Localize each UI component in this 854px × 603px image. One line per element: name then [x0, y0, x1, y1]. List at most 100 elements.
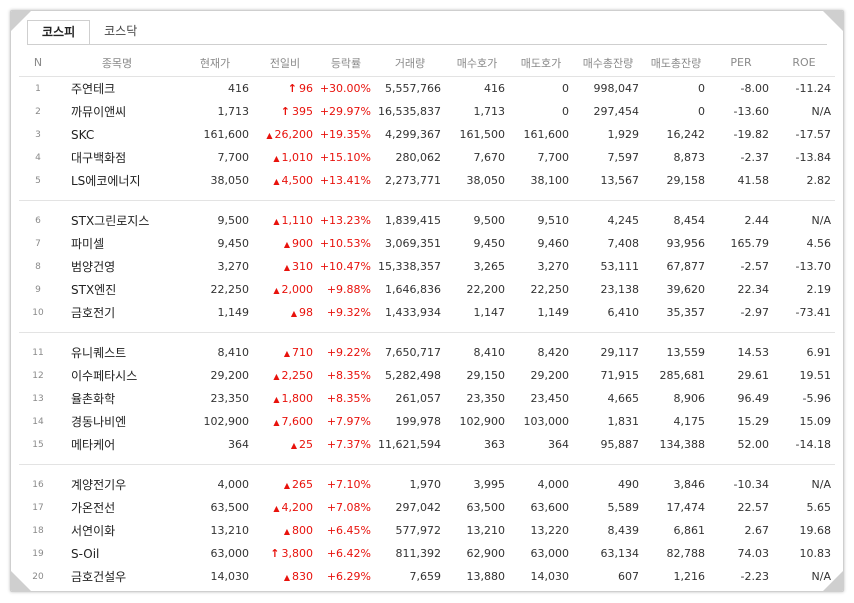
stock-name-link[interactable]: 파미셀	[57, 232, 177, 255]
group-gap	[19, 201, 835, 209]
stock-name-link[interactable]: 범양건영	[57, 255, 177, 278]
change-rate: +8.35%	[326, 369, 371, 382]
table-row[interactable]: 4 대구백화점 7,700 ▲ 1,010 +15.10% 280,062 7,670 7,70…	[19, 146, 835, 169]
rank-number: 12	[32, 370, 44, 381]
market-rank-panel: 코스피 코스닥 N 종목명 현재가 전일비 등락률 거래량 매수호가 매도호가 …	[10, 10, 844, 592]
rank-number: 9	[35, 284, 41, 295]
stock-name-link[interactable]: 가온전선	[57, 496, 177, 519]
table-row[interactable]: 9 STX엔진 22,250 ▲ 2,000 +9.88% 1,646,836 22,200 2…	[19, 278, 835, 301]
current-price: 4,000	[217, 478, 250, 491]
group-gap-cell	[19, 456, 835, 465]
table-row[interactable]: 8 범양건영 3,270 ▲ 310 +10.47% 15,338,357 3,265 3,27…	[19, 255, 835, 278]
change-cell: ▲ 800	[253, 519, 317, 542]
stock-name-link[interactable]: 주연테크	[57, 77, 177, 101]
stock-name-link[interactable]: 대구백화점	[57, 146, 177, 169]
change-value: 830	[292, 570, 313, 583]
change-value: 395	[292, 105, 313, 118]
table-row[interactable]: 15 메타케어 364 ▲ 25 +7.37% 11,621,594 363 364 95,887…	[19, 433, 835, 456]
stock-name-link[interactable]: SKC	[57, 123, 177, 146]
table-row[interactable]: 10 금호전기 1,149 ▲ 98 +9.32% 1,433,934 1,147 1,149 6…	[19, 301, 835, 324]
stock-name-link[interactable]: STX엔진	[57, 278, 177, 301]
change-value: 26,200	[274, 128, 314, 141]
table-row[interactable]: 3 SKC 161,600 ▲ 26,200 +19.35% 4,299,367 161,50…	[19, 123, 835, 146]
change-cell: ↑ 395	[253, 100, 317, 123]
roe-value: -5.96	[802, 392, 831, 405]
table-row[interactable]: 7 파미셀 9,450 ▲ 900 +10.53% 3,069,351 9,450 9,460 7…	[19, 232, 835, 255]
rank-number: 1	[35, 83, 41, 94]
roe-value: 2.82	[806, 174, 832, 187]
current-price: 29,200	[210, 369, 250, 382]
roe-value: -14.18	[795, 438, 831, 451]
current-price: 3,270	[217, 260, 250, 273]
ask-total-qty: 0	[698, 82, 705, 95]
table-row[interactable]: 5 LS에코에너지 38,050 ▲ 4,500 +13.41% 2,273,771 38,0…	[19, 169, 835, 192]
current-price: 416	[228, 82, 249, 95]
table-row[interactable]: 20 금호건설우 14,030 ▲ 830 +6.29% 7,659 13,880 14,030…	[19, 565, 835, 588]
table-row[interactable]: 14 경동나비엔 102,900 ▲ 7,600 +7.97% 199,978 102,900…	[19, 410, 835, 433]
stock-name-link[interactable]: 금호전기	[57, 301, 177, 324]
per-value: 74.03	[737, 547, 770, 560]
stock-name-link[interactable]: 유니퀘스트	[57, 341, 177, 364]
roe-value: -73.41	[795, 306, 831, 319]
stock-name-link[interactable]: S-Oil	[57, 542, 177, 565]
table-row[interactable]: 17 가온전선 63,500 ▲ 4,200 +7.08% 297,042 63,500 63,…	[19, 496, 835, 519]
table-row[interactable]: 11 유니퀘스트 8,410 ▲ 710 +9.22% 7,650,717 8,410 8,42…	[19, 341, 835, 364]
bid-price: 7,670	[473, 151, 506, 164]
group-gap-cell	[19, 465, 835, 473]
change-cell: ▲ 4,500	[253, 169, 317, 192]
ask-price: 63,000	[530, 547, 570, 560]
change-value: 25	[299, 438, 313, 451]
market-tabs: 코스피 코스닥	[27, 20, 151, 45]
per-value: 2.44	[744, 214, 770, 227]
per-value: 96.49	[737, 392, 770, 405]
tab-kospi[interactable]: 코스피	[27, 20, 91, 45]
ask-total-qty: 13,559	[666, 346, 706, 359]
change-cell: ▲ 265	[253, 473, 317, 496]
stock-name-link[interactable]: 서연이화	[57, 519, 177, 542]
change-cell: ▲ 98	[253, 301, 317, 324]
table-row[interactable]: 18 서연이화 13,210 ▲ 800 +6.45% 577,972 13,210 13,22…	[19, 519, 835, 542]
trade-volume: 4,299,367	[385, 128, 441, 141]
table-row[interactable]: 12 이수페타시스 29,200 ▲ 2,250 +8.35% 5,282,498 29,15…	[19, 364, 835, 387]
per-value: -2.23	[740, 570, 769, 583]
change-rate: +9.32%	[326, 306, 371, 319]
ask-price: 9,460	[537, 237, 570, 250]
table-row[interactable]: 16 계양전기우 4,000 ▲ 265 +7.10% 1,970 3,995 4,000 490…	[19, 473, 835, 496]
roe-value: -13.70	[795, 260, 831, 273]
group-gap-cell	[19, 192, 835, 201]
table-row[interactable]: 19 S-Oil 63,000 ↑ 3,800 +6.42% 811,392 62,900 63…	[19, 542, 835, 565]
stock-name-link[interactable]: 메타케어	[57, 433, 177, 456]
table-row[interactable]: 1 주연테크 416 ↑ 96 +30.00% 5,557,766 416 0 998,047 0-…	[19, 77, 835, 101]
stock-name-link[interactable]: 까뮤이앤씨	[57, 100, 177, 123]
col-header-per: PER	[709, 49, 773, 77]
table-row[interactable]: 6 STX그린로지스 9,500 ▲ 1,110 +13.23% 1,839,415 9,50…	[19, 209, 835, 232]
stock-name-link[interactable]: 경동나비엔	[57, 410, 177, 433]
change-value: 7,600	[281, 415, 314, 428]
group-gap-cell	[19, 333, 835, 341]
group-gap	[19, 456, 835, 465]
stock-name-link[interactable]: 계양전기우	[57, 473, 177, 496]
bid-total-qty: 95,887	[600, 438, 640, 451]
roe-value: 19.51	[799, 369, 832, 382]
rise-triangle-icon: ▲	[273, 418, 280, 427]
change-rate: +7.37%	[326, 438, 371, 451]
bid-total-qty: 1,929	[607, 128, 640, 141]
ask-total-qty: 8,873	[673, 151, 706, 164]
table-row[interactable]: 2 까뮤이앤씨 1,713 ↑ 395 +29.97% 16,535,837 1,713 0 29…	[19, 100, 835, 123]
stock-name-link[interactable]: LS에코에너지	[57, 169, 177, 192]
tab-kosdaq[interactable]: 코스닥	[90, 20, 151, 43]
table-row[interactable]: 13 율촌화학 23,350 ▲ 1,800 +8.35% 261,057 23,350 23,…	[19, 387, 835, 410]
change-rate: +6.42%	[326, 547, 371, 560]
change-cell: ▲ 2,000	[253, 278, 317, 301]
stock-name-link[interactable]: STX그린로지스	[57, 209, 177, 232]
upper-limit-arrow-icon: ↑	[287, 82, 297, 95]
bid-price: 9,450	[473, 237, 506, 250]
rank-number: 14	[32, 416, 44, 427]
change-value: 1,110	[281, 214, 314, 227]
stock-name-link[interactable]: 금호건설우	[57, 565, 177, 588]
bid-total-qty: 8,439	[607, 524, 640, 537]
stock-name-link[interactable]: 이수페타시스	[57, 364, 177, 387]
bid-price: 3,995	[473, 478, 506, 491]
table-header-row: N 종목명 현재가 전일비 등락률 거래량 매수호가 매도호가 매수총잔량 매도…	[19, 49, 835, 77]
stock-name-link[interactable]: 율촌화학	[57, 387, 177, 410]
